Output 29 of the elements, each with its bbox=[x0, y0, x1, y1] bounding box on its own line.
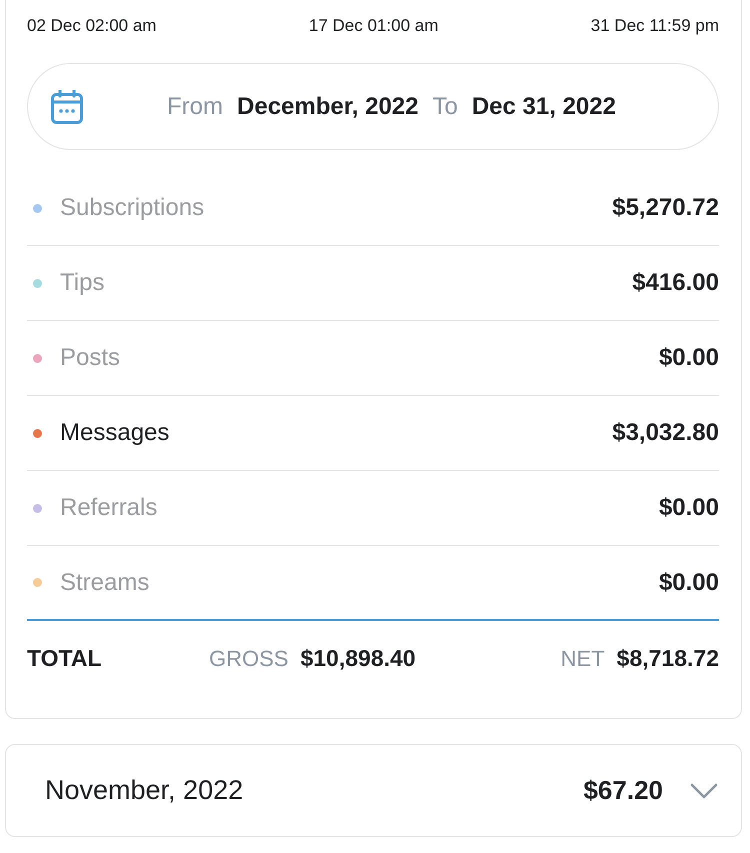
to-label: To bbox=[432, 92, 458, 120]
category-label: Posts bbox=[60, 344, 120, 372]
from-date: December, 2022 bbox=[237, 92, 418, 120]
total-label: TOTAL bbox=[27, 645, 103, 672]
month-amount: $67.20 bbox=[583, 775, 663, 806]
to-date: Dec 31, 2022 bbox=[472, 92, 616, 120]
month-title: November, 2022 bbox=[45, 775, 244, 806]
gross-label: GROSS bbox=[209, 646, 288, 672]
calendar-icon bbox=[51, 90, 83, 124]
category-label: Subscriptions bbox=[60, 194, 204, 222]
category-amount: $3,032.80 bbox=[612, 419, 719, 447]
category-label: Messages bbox=[60, 419, 170, 447]
category-amount: $0.00 bbox=[658, 568, 719, 596]
net-amount: $8,718.72 bbox=[616, 645, 719, 672]
timeline-label: 17 Dec 01:00 am bbox=[308, 16, 438, 36]
category-label: Referrals bbox=[60, 494, 158, 522]
category-amount: $5,270.72 bbox=[612, 194, 719, 222]
net-label: NET bbox=[560, 646, 605, 672]
category-amount: $0.00 bbox=[658, 494, 719, 522]
month-summary-card[interactable]: November, 2022 $67.20 bbox=[5, 744, 742, 837]
gross-amount: $10,898.40 bbox=[300, 645, 416, 672]
timeline-label: 31 Dec 11:59 pm bbox=[590, 16, 719, 36]
date-range-picker[interactable]: From December, 2022 To Dec 31, 2022 bbox=[27, 63, 719, 150]
category-label: Streams bbox=[60, 568, 150, 596]
category-amount: $0.00 bbox=[658, 344, 719, 372]
category-amount: $416.00 bbox=[632, 269, 719, 297]
timeline-label: 02 Dec 02:00 am bbox=[27, 16, 156, 36]
from-label: From bbox=[167, 92, 224, 120]
category-label: Tips bbox=[60, 269, 104, 297]
